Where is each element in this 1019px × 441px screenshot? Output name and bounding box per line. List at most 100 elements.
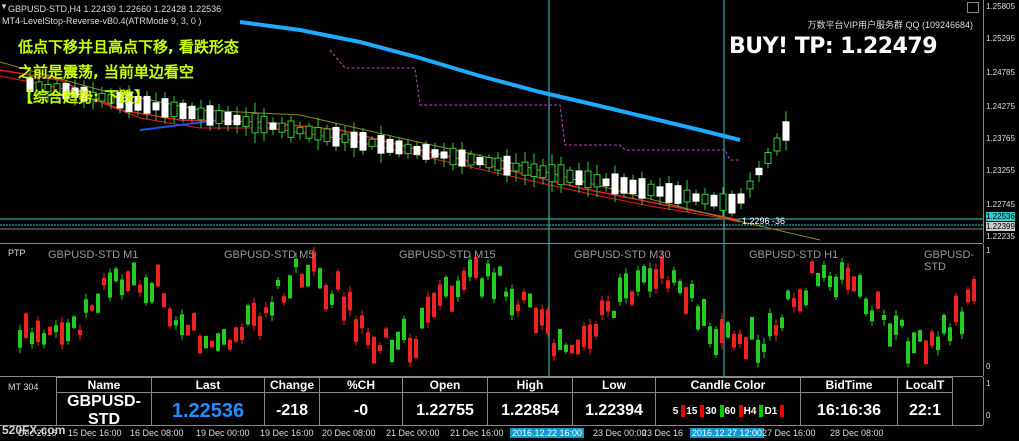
ptp-candle (408, 337, 412, 363)
ptp-candle (168, 308, 172, 327)
val-name: GBPUSD-STD (56, 392, 152, 430)
ptp-candle (258, 316, 262, 336)
ptp-candle (744, 337, 748, 360)
candle-body (359, 132, 367, 151)
ptp-candle (432, 292, 436, 317)
candle-body (629, 179, 637, 195)
ptp-candle (900, 319, 904, 327)
ptp-candle (480, 278, 484, 297)
candle-body (692, 193, 700, 202)
tf-m30: GBPUSD-STD M30 (574, 249, 671, 261)
price-tick: 1.22235 (986, 232, 1015, 241)
ptp-candle (276, 279, 280, 286)
ptp-candle (84, 299, 88, 313)
time-label: Dec 2016 (18, 428, 57, 438)
quote-header-row: Name Last Change %CH Open High Low Candl… (56, 377, 953, 393)
candle-body (737, 193, 745, 204)
ptp-candle (198, 335, 202, 354)
ptp-candle (204, 335, 208, 349)
candle-body (638, 178, 646, 199)
ptp-candle (762, 343, 766, 352)
col-last: Last (151, 377, 265, 393)
col-open: Open (402, 377, 488, 393)
ptp-candle (654, 269, 658, 289)
ptp-candle (48, 326, 52, 335)
ptp-candle (966, 289, 970, 303)
ptp-candle (678, 280, 682, 293)
col-candle-color: Candle Color (655, 377, 801, 393)
ptp-candle (714, 328, 718, 356)
ptp-candle (918, 330, 922, 342)
close-icon[interactable] (967, 2, 979, 13)
candle-body (377, 135, 385, 154)
ptp-candle (156, 264, 160, 287)
candle-body (386, 138, 394, 153)
candle-body (530, 163, 538, 177)
candle-body (503, 155, 511, 176)
ptp-candle (696, 306, 700, 330)
ptp-candle (66, 322, 70, 342)
info-axis: 1 0 (983, 377, 1019, 425)
candle-body (368, 138, 376, 147)
ptp-candle (144, 277, 148, 304)
ptp-candle (366, 332, 370, 345)
collapse-arrow-icon[interactable]: ▼ (0, 2, 8, 11)
candle-body (656, 186, 664, 197)
ptp-candle (96, 293, 100, 313)
time-label: 16 Dec 08:00 (130, 428, 184, 438)
price-tick: 1.23765 (986, 134, 1015, 143)
ptp-candle (942, 314, 946, 334)
ptp-candle (228, 340, 232, 350)
ptp-candle (870, 310, 874, 322)
ptp-candle (180, 314, 184, 336)
candle-body (224, 111, 232, 126)
col-low: Low (572, 377, 656, 393)
candle-color-swatch (780, 405, 785, 417)
val-bidtime: 16:16:36 (800, 392, 898, 430)
chart-header: GBPUSD-STD,H4 1.22439 1.22660 1.22428 1.… (8, 4, 222, 14)
candle-body (206, 105, 214, 126)
price-tick: 1.25295 (986, 34, 1015, 43)
col-change: Change (264, 377, 320, 393)
price-tick: 1.22536 (986, 212, 1015, 221)
ptp-panel[interactable]: PTP GBPUSD-STD M1 GBPUSD-STD M5 GBPUSD-S… (0, 244, 983, 377)
note-line-2: 之前是震荡, 当前单边看空 (18, 63, 194, 81)
ptp-candle (450, 285, 454, 312)
val-last: 1.22536 (151, 392, 265, 430)
candle-body (548, 164, 556, 183)
ptp-candle (648, 268, 652, 292)
candle-body (584, 170, 592, 189)
candle-body (242, 116, 250, 127)
candle-body (728, 193, 736, 214)
ptp-candle (876, 291, 880, 309)
ptp-tick-top: 1 (986, 246, 991, 255)
candle-body (296, 127, 304, 135)
ptp-candle (36, 320, 40, 342)
ptp-candle (216, 333, 220, 351)
time-label: 23 Dec 00:00 (593, 428, 647, 438)
ptp-tick-bottom: 0 (986, 362, 991, 371)
ptp-candle (540, 309, 544, 326)
candle-body (782, 121, 790, 141)
ptp-candle (348, 291, 352, 311)
candle-body (449, 147, 457, 166)
quote-table: Name Last Change %CH Open High Low Candl… (56, 377, 953, 430)
main-chart[interactable]: GBPUSD-STD,H4 1.22439 1.22660 1.22428 1.… (0, 0, 983, 244)
candle-body (188, 105, 196, 120)
candle-body (314, 127, 322, 141)
candle-color-swatch (700, 405, 705, 417)
ptp-candle (150, 283, 154, 303)
candle-body (440, 151, 448, 159)
candle-color-label: 15 (686, 405, 698, 417)
ptp-candle (354, 319, 358, 343)
val-candle-color: 5 15 30 60 H4 D1 (655, 392, 801, 430)
ptp-candle (456, 280, 460, 298)
note-line-3: 【综合趋势: 下跌】 (18, 88, 150, 106)
time-label: 23 Dec 16 (642, 428, 684, 438)
ptp-candle (108, 272, 112, 298)
candle-color-swatch (681, 405, 686, 417)
candle-body (305, 125, 313, 139)
stop-label: 1.2296 -36 (742, 216, 786, 226)
price-tick: 1.24785 (986, 68, 1015, 77)
ptp-candle (240, 326, 244, 341)
